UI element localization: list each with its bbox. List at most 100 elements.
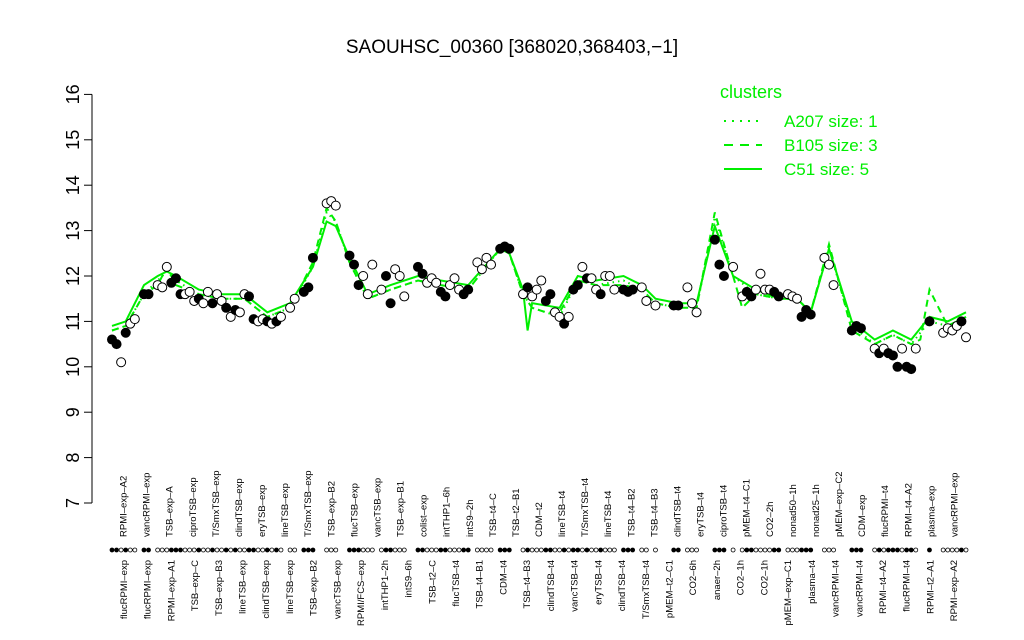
rug-mark — [251, 547, 256, 553]
data-point — [609, 284, 620, 295]
rug-mark — [429, 547, 435, 553]
rug-mark — [118, 547, 124, 553]
rug-mark — [392, 547, 398, 553]
rug-mark — [570, 547, 576, 553]
legend: clusters A207 size: 1 B105 size: 3 C51 s… — [720, 82, 878, 179]
upper-x-label: clindTSB–t4 — [673, 486, 684, 537]
upper-x-label: pMEM–exp–C2 — [834, 472, 845, 537]
upper-x-label: flucRPMI–t4 — [880, 485, 891, 537]
lower-x-label: TSB–t4–B1 — [475, 560, 486, 609]
rug-mark — [579, 547, 585, 553]
y-tick-label: 12 — [63, 266, 83, 286]
lower-x-label: clindTSB–t4 — [617, 560, 628, 611]
rug-mark — [356, 547, 362, 553]
data-point — [463, 284, 474, 295]
lower-x-labels: flucRPMI–exp flucRPMI–exp RPMI–exp–A1 TSB–e… — [119, 560, 960, 626]
rug-mark — [753, 547, 759, 553]
data-point — [198, 298, 209, 309]
data-point — [161, 261, 172, 272]
lower-x-label: RPMI–t4–A2 — [878, 560, 889, 614]
rug-mark — [351, 547, 357, 553]
data-point — [531, 284, 542, 295]
upper-x-label: vancRPMI–exp — [950, 473, 961, 537]
upper-x-label: lineTSB–t4 — [557, 491, 568, 537]
rug-mark — [255, 547, 261, 553]
rug-mark — [607, 547, 613, 553]
upper-x-label: lineTSB–exp — [280, 483, 291, 537]
rug-mark — [548, 547, 553, 553]
rug-mark — [205, 547, 211, 553]
rug-mark — [895, 547, 900, 553]
rug-mark — [488, 547, 494, 553]
rug-mark — [196, 547, 202, 553]
data-point — [855, 323, 866, 334]
upper-x-label: T/SmxTSB–t4 — [580, 478, 591, 537]
upper-x-label: flucTSB–exp — [349, 483, 360, 537]
rug-mark — [182, 547, 188, 553]
rug-mark — [534, 547, 540, 553]
data-point — [129, 314, 140, 325]
data-point — [244, 291, 255, 302]
data-point — [120, 327, 131, 338]
y-tick-label: 11 — [63, 312, 83, 331]
legend-label-a207: A207 size: 1 — [784, 112, 878, 131]
lower-x-label: TSB–exp–C — [190, 560, 201, 611]
data-point — [431, 277, 442, 288]
rug-mark — [246, 547, 252, 553]
cluster-line-dashed — [111, 205, 967, 346]
data-point — [910, 343, 921, 354]
lower-x-label: anaer–2h — [712, 560, 723, 600]
rug-mark — [794, 547, 800, 553]
lower-x-label: pMEM–t2–C1 — [665, 560, 676, 618]
upper-x-label: ciproTSB–t4 — [719, 485, 730, 537]
rug-mark — [168, 547, 174, 553]
rug-mark — [721, 547, 727, 553]
rug-mark — [420, 547, 425, 553]
rug-mark — [264, 547, 270, 553]
data-point — [367, 259, 378, 270]
data-point — [202, 286, 213, 297]
data-point — [234, 307, 245, 318]
rug-mark — [452, 547, 457, 553]
rug-mark — [506, 547, 512, 553]
data-point — [636, 282, 647, 293]
rug-mark — [557, 547, 562, 553]
data-point — [330, 200, 341, 211]
rug-mark — [904, 547, 910, 553]
upper-x-labels: RPMI–exp–A2 vancRPMI–exp TSB–exp–A ciproTSB… — [119, 470, 961, 537]
upper-x-label: vancTSB–exp — [372, 478, 383, 537]
data-point — [184, 286, 195, 297]
data-point — [362, 289, 373, 300]
lower-x-label: TSB–exp–B2 — [309, 560, 320, 616]
rug-mark — [671, 547, 677, 553]
lower-x-label: CO2–1h — [759, 560, 770, 595]
rug-mark — [899, 547, 905, 553]
lower-x-label: RPMI–exp–A1 — [166, 560, 177, 621]
upper-x-label: TSB–t4–C — [488, 493, 499, 537]
rug-mark — [767, 547, 773, 553]
data-point — [714, 259, 725, 270]
lower-x-label: RPMI/FCS–exp — [356, 560, 367, 626]
rug-mark — [885, 547, 891, 553]
data-point — [604, 271, 615, 281]
rug-mark — [653, 547, 658, 553]
rug-mark — [360, 547, 366, 553]
rug-mark — [178, 547, 183, 553]
data-point — [285, 302, 296, 313]
data-point — [572, 280, 583, 291]
data-point — [897, 343, 908, 354]
data-point — [563, 311, 574, 322]
data-point — [805, 309, 816, 320]
upper-x-label: intTHP1–6h — [442, 487, 453, 537]
data-point — [961, 332, 971, 343]
rug-mark — [132, 547, 138, 553]
legend-label-b105: B105 size: 3 — [784, 136, 878, 155]
data-point — [650, 300, 661, 311]
upper-x-label: intS9–2h — [465, 499, 476, 537]
rug-mark — [694, 547, 699, 553]
rug-mark — [159, 547, 165, 553]
rug-mark — [369, 547, 375, 553]
y-tick-label: 16 — [63, 84, 83, 104]
rug-mark — [611, 547, 617, 553]
rug-mark — [383, 547, 389, 553]
